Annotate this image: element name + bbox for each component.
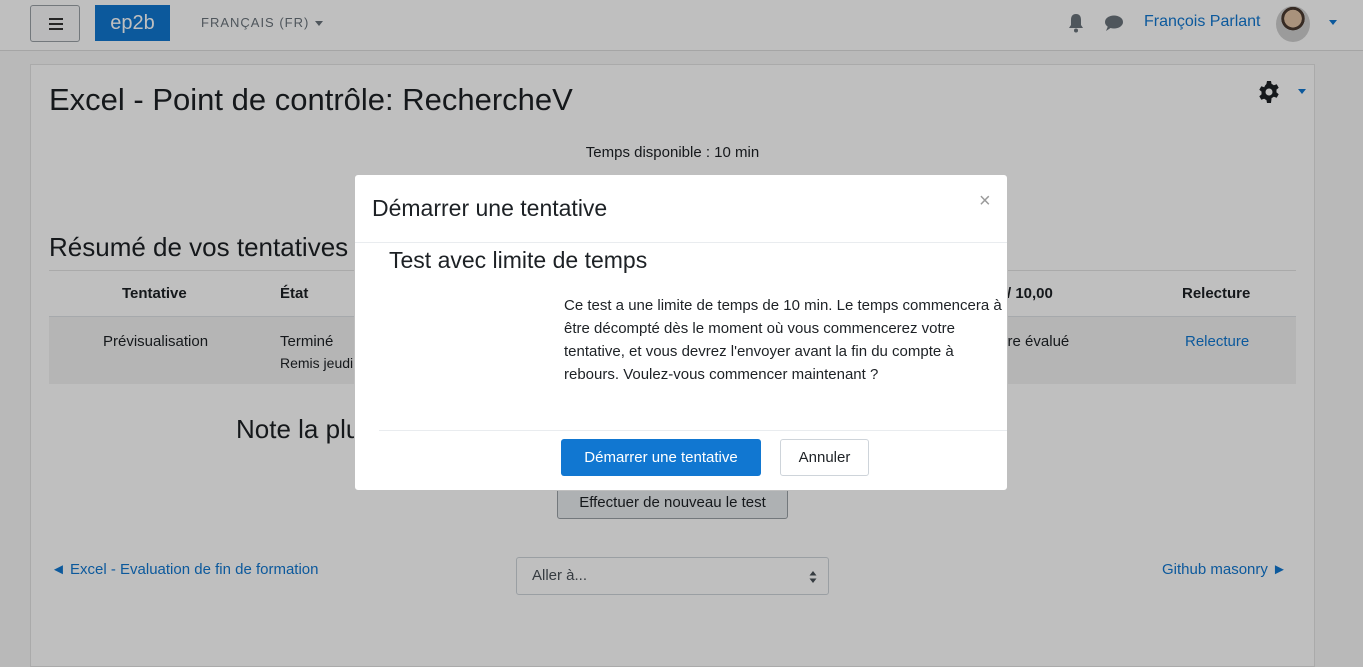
dialog-message: Ce test a une limite de temps de 10 min.… (564, 297, 1002, 383)
close-icon[interactable]: × (979, 190, 991, 213)
dialog-subtitle: Test avec limite de temps (389, 247, 648, 273)
dialog-divider (355, 242, 1007, 243)
cancel-button[interactable]: Annuler (780, 439, 869, 476)
dialog-divider (379, 430, 1007, 431)
dialog-title: Démarrer une tentative (372, 195, 608, 221)
start-attempt-button[interactable]: Démarrer une tentative (561, 439, 761, 476)
start-attempt-dialog: Démarrer une tentative × Test avec limit… (354, 174, 1008, 491)
